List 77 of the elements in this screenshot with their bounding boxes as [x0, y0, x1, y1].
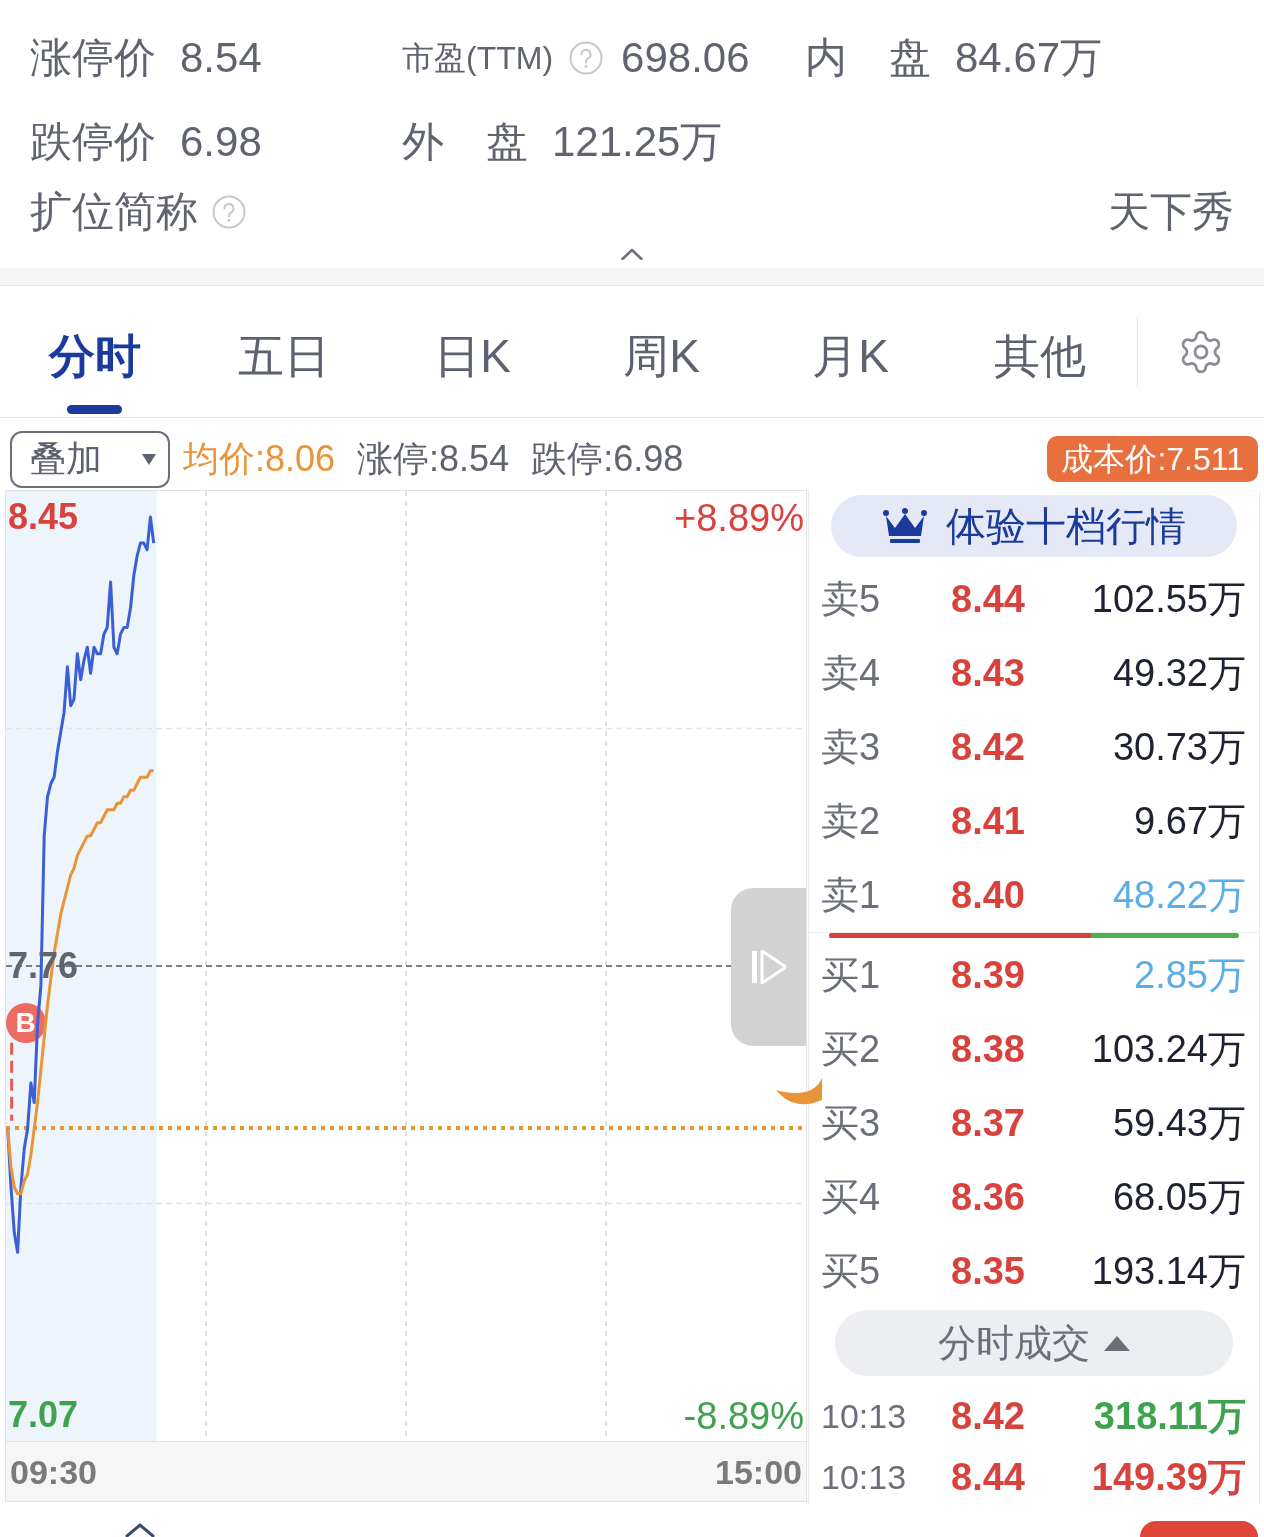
- chart-tab[interactable]: 分时: [0, 286, 189, 417]
- price-text: 8.38: [951, 1027, 1025, 1072]
- price-axis-label: 8.45: [8, 495, 79, 539]
- crown-icon: [882, 507, 928, 545]
- short-name-label: 扩位简称: [30, 187, 198, 237]
- trade-price: 8.42: [951, 1394, 1025, 1439]
- average-price-text: 均价:8.06: [183, 437, 336, 481]
- chart-tab[interactable]: 日K: [378, 286, 567, 417]
- volume-text: 193.14万: [1091, 1249, 1246, 1294]
- price-text: 8.44: [951, 577, 1025, 622]
- change-percent-label: +8.89%: [674, 496, 804, 541]
- price-text: 8.42: [951, 725, 1025, 770]
- trade-time: 10:13: [821, 1396, 908, 1437]
- level-label: 卖5: [821, 577, 882, 622]
- level-label: 买1: [821, 953, 882, 998]
- volume-text: 2.85万: [1134, 953, 1246, 998]
- level-label: 买2: [821, 1027, 882, 1072]
- price-text: 8.37: [951, 1101, 1025, 1146]
- inner-volume-value: 84.67万: [955, 33, 1103, 83]
- outer-volume-value: 121.25万: [552, 117, 723, 167]
- price-text: 8.35: [951, 1249, 1025, 1294]
- side-panel-handle[interactable]: [731, 888, 806, 1046]
- trade-volume: 149.39万: [1091, 1454, 1246, 1500]
- volume-text: 59.43万: [1112, 1101, 1246, 1146]
- chevron-up-icon[interactable]: [125, 1523, 155, 1537]
- level-label: 卖4: [821, 651, 882, 696]
- time-axis-label: 09:30: [10, 1451, 97, 1493]
- chart-tab[interactable]: 月K: [756, 286, 945, 417]
- chart-tab[interactable]: 其他: [945, 286, 1134, 417]
- price-axis-label: 7.07: [8, 1392, 79, 1437]
- outer-volume-label: 外 盘: [402, 117, 528, 167]
- price-text: 8.43: [951, 651, 1025, 696]
- level-label: 卖3: [821, 725, 882, 770]
- level-label: 买4: [821, 1175, 882, 1220]
- trade-time: 10:13: [821, 1456, 908, 1498]
- level-label: 卖2: [821, 799, 882, 844]
- price-text: 8.36: [951, 1175, 1025, 1220]
- trade-volume: 318.11万: [1093, 1394, 1246, 1439]
- triangle-up-icon: [1104, 1335, 1130, 1351]
- level-label: 买5: [821, 1249, 882, 1294]
- caret-down-icon: [142, 453, 156, 465]
- limit-up-value: 8.54: [180, 33, 262, 83]
- volume-text: 103.24万: [1091, 1027, 1246, 1072]
- order-button[interactable]: [1140, 1521, 1258, 1537]
- upgrade-button[interactable]: 体验十档行情: [831, 495, 1237, 557]
- bar-triangle-icon: [751, 950, 786, 984]
- level-label: 买3: [821, 1101, 882, 1146]
- help-icon[interactable]: [212, 195, 246, 229]
- collapse-chevron-icon[interactable]: [621, 248, 643, 260]
- short-name-value: 天下秀: [1108, 187, 1234, 237]
- help-icon[interactable]: [569, 41, 604, 75]
- price-text: 8.40: [951, 873, 1025, 918]
- limit-up-text: 涨停:8.54: [357, 437, 510, 481]
- trade-price: 8.44: [951, 1454, 1025, 1500]
- time-axis-label: 15:00: [715, 1451, 802, 1493]
- volume-text: 30.73万: [1112, 725, 1246, 770]
- volume-text: 68.05万: [1112, 1175, 1246, 1220]
- cost-price-badge: 成本价:7.511: [1047, 436, 1258, 482]
- pe-ttm-value: 698.06: [621, 33, 750, 83]
- volume-text: 48.22万: [1112, 873, 1246, 918]
- pe-ttm-label: 市盈(TTM): [402, 39, 554, 78]
- inner-volume-label: 内 盘: [805, 33, 931, 83]
- change-percent-label: -8.89%: [683, 1394, 804, 1439]
- volume-text: 9.67万: [1134, 799, 1246, 844]
- limit-down-label: 跌停价: [30, 117, 156, 167]
- limit-down-value: 6.98: [180, 117, 262, 167]
- price-text: 8.41: [951, 799, 1025, 844]
- level-label: 卖1: [821, 873, 882, 918]
- trades-toggle[interactable]: 分时成交: [835, 1310, 1233, 1376]
- volume-text: 49.32万: [1112, 651, 1246, 696]
- price-text: 8.39: [951, 953, 1025, 998]
- limit-down-text: 跌停:6.98: [531, 437, 684, 481]
- volume-text: 102.55万: [1091, 577, 1246, 622]
- limit-up-label: 涨停价: [30, 33, 156, 83]
- overlay-select[interactable]: 叠加: [10, 430, 170, 488]
- chart-tab[interactable]: 五日: [189, 286, 378, 417]
- chart-tab[interactable]: 周K: [567, 286, 756, 417]
